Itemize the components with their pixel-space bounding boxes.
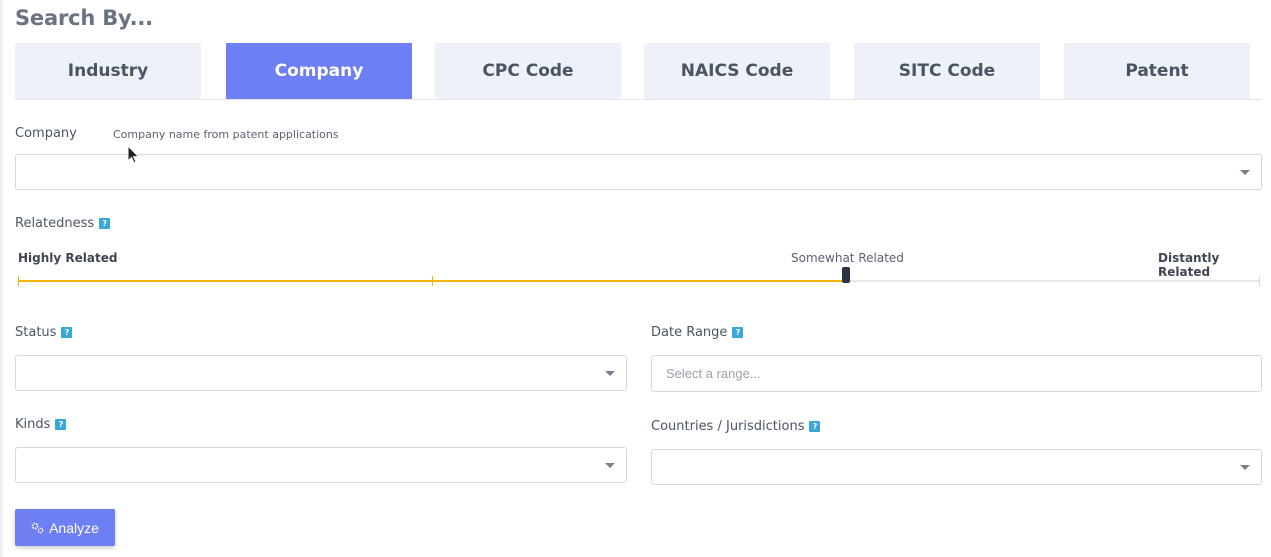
- kinds-select[interactable]: [15, 447, 627, 483]
- relatedness-label-text: Relatedness: [15, 216, 95, 231]
- tab-patent[interactable]: Patent: [1064, 43, 1250, 99]
- chevron-down-icon: [1240, 465, 1250, 470]
- help-icon[interactable]: ?: [809, 421, 821, 432]
- chevron-down-icon: [1240, 170, 1250, 175]
- help-icon[interactable]: ?: [99, 218, 111, 229]
- slider-mid-label: Somewhat Related: [791, 251, 904, 265]
- countries-select[interactable]: [651, 449, 1262, 485]
- chevron-down-icon: [605, 463, 615, 468]
- search-by-tabs: Industry Company CPC Code NAICS Code SIT…: [15, 43, 1262, 100]
- date-range-input[interactable]: [651, 355, 1262, 392]
- cogs-icon: [31, 522, 44, 533]
- relatedness-label: Relatedness?: [15, 216, 111, 231]
- company-hint: Company name from patent applications: [113, 128, 339, 141]
- tab-cpc-code[interactable]: CPC Code: [435, 43, 621, 99]
- mouse-cursor-icon: [127, 145, 140, 164]
- company-label: Company: [15, 126, 77, 141]
- page-title: Search By...: [15, 6, 153, 30]
- slider-min-label: Highly Related: [18, 251, 118, 265]
- slider-tick: [18, 276, 19, 286]
- tab-industry[interactable]: Industry: [15, 43, 201, 99]
- slider-tick: [1259, 276, 1260, 286]
- tab-company[interactable]: Company: [226, 43, 412, 99]
- tab-naics-code[interactable]: NAICS Code: [644, 43, 830, 99]
- chevron-down-icon: [605, 371, 615, 376]
- help-icon[interactable]: ?: [55, 419, 67, 430]
- status-label-text: Status: [15, 325, 57, 340]
- relatedness-slider-handle[interactable]: [842, 267, 851, 283]
- left-border-strip: [0, 0, 3, 557]
- status-select[interactable]: [15, 355, 627, 391]
- countries-label: Countries / Jurisdictions?: [651, 419, 821, 434]
- date-range-label-text: Date Range: [651, 325, 728, 340]
- slider-max-label: Distantly Related: [1158, 251, 1220, 279]
- status-label: Status?: [15, 325, 73, 340]
- analyze-button-label: Analyze: [49, 519, 99, 536]
- date-range-label: Date Range?: [651, 325, 744, 340]
- kinds-label: Kinds?: [15, 417, 67, 432]
- analyze-button[interactable]: Analyze: [15, 509, 115, 546]
- slider-tick: [432, 276, 433, 286]
- kinds-label-text: Kinds: [15, 417, 51, 432]
- help-icon[interactable]: ?: [732, 327, 744, 338]
- tab-sitc-code[interactable]: SITC Code: [854, 43, 1040, 99]
- countries-label-text: Countries / Jurisdictions: [651, 419, 805, 434]
- help-icon[interactable]: ?: [61, 327, 73, 338]
- company-select[interactable]: [15, 154, 1262, 190]
